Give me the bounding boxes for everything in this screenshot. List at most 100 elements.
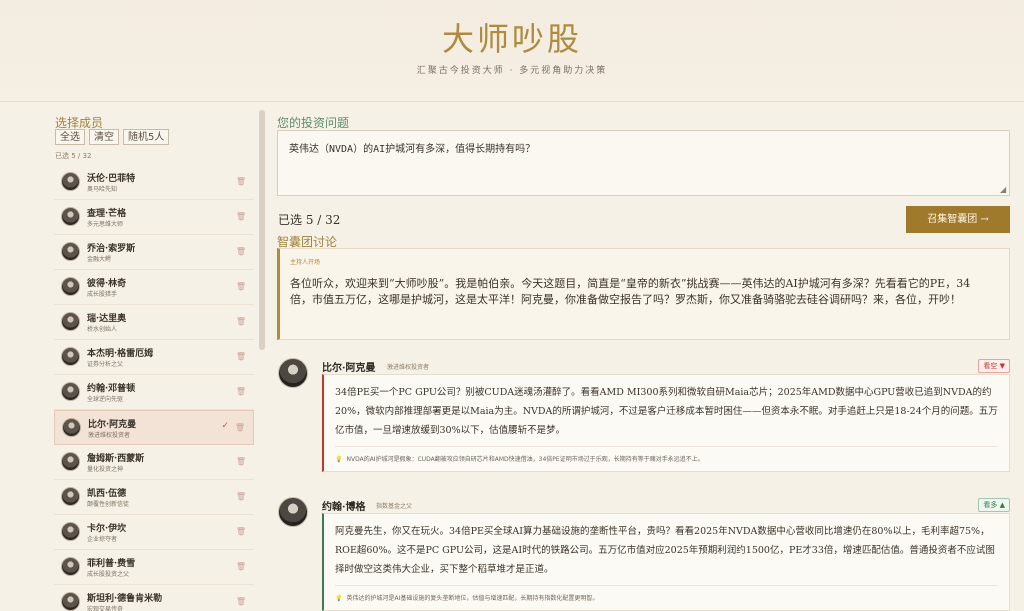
avatar — [61, 382, 80, 401]
delete-icon[interactable]: 🗑 — [236, 317, 246, 326]
member-desc: 金融大鳄 — [87, 256, 112, 263]
summary-text: 英伟达的护城河是AI基础设施的复头垄断地位，估值与增速匹配，长期持有指数化配置更… — [346, 595, 599, 602]
member-name: 沃伦·巴菲特 — [87, 174, 136, 184]
question-input[interactable]: 英伟达（NVDA）的AI护城河有多深，值得长期持有吗？ — [277, 130, 1010, 196]
member-name: 凯西·伍德 — [87, 489, 127, 499]
resize-grip-icon[interactable]: ◢ — [1000, 185, 1006, 194]
delete-icon[interactable]: 🗑 — [236, 597, 246, 606]
member-desc: 桥水创始人 — [87, 326, 118, 333]
avatar — [61, 522, 80, 541]
message-body: 阿克曼先生，你又在玩火。34倍PE买全球AI算力基础设施的垄断性平台，贵吗？看看… — [322, 513, 1010, 611]
lightbulb-icon: 💡 — [335, 456, 343, 463]
avatar — [61, 347, 80, 366]
delete-icon[interactable]: 🗑 — [236, 177, 246, 186]
host-text: 各位听众，欢迎来到“大师吵股”。我是帕伯亲。今天这题目，简直是“皇帝的新衣”挑战… — [290, 277, 971, 306]
member-desc: 颠覆性创新信徒 — [87, 501, 130, 508]
speaker-name: 约翰·博格 — [322, 502, 366, 513]
delete-icon[interactable]: 🗑 — [236, 352, 246, 361]
member-name: 约翰·邓普顿 — [87, 384, 136, 394]
avatar — [61, 557, 80, 576]
member-name: 瑞·达里奥 — [87, 314, 127, 324]
member-desc: 成长股投资之父 — [87, 571, 130, 578]
member-desc: 成长股猎手 — [87, 291, 118, 298]
member-desc: 证券分析之父 — [87, 361, 124, 368]
delete-icon[interactable]: 🗑 — [236, 527, 246, 536]
sidebar-actions: 全选 清空 随机5人 — [55, 129, 170, 145]
member-name: 詹姆斯·西蒙斯 — [87, 454, 145, 464]
member-list: 沃伦·巴菲特 奥马哈先知 🗑 查理·芒格 多元思维大师 🗑 乔治·索罗斯 金融大鳄 🗑 彼得·林奇… — [54, 165, 254, 611]
member-item[interactable]: 卡尔·伊坎企业掠夺者 🗑 — [54, 515, 254, 550]
member-item[interactable]: 本杰明·格雷厄姆 证券分析之父 🗑 — [54, 340, 254, 375]
delete-icon[interactable]: 🗑 — [236, 492, 246, 501]
speaker-name: 比尔·阿克曼 — [322, 363, 376, 374]
delete-icon[interactable]: 🗑 — [236, 562, 246, 571]
site-title: 大师吵股 — [441, 20, 582, 58]
avatar — [61, 312, 80, 331]
member-name: 查理·芒格 — [87, 209, 127, 219]
member-item[interactable]: 斯坦利·德鲁肯米勒宏观交易传奇 🗑 — [54, 585, 254, 611]
member-name: 卡尔·伊坎 — [87, 524, 127, 534]
member-desc: 量化投资之神 — [87, 466, 124, 473]
delete-icon[interactable]: 🗑 — [236, 282, 246, 291]
site-subtitle: 汇聚古今投资大师 · 多元视角助力决策 — [416, 66, 608, 76]
avatar — [278, 358, 308, 388]
stance-badge: 看多 ▲ — [978, 498, 1010, 512]
avatar — [61, 277, 80, 296]
member-item[interactable]: 詹姆斯·西蒙斯 量化投资之神 🗑 — [54, 445, 254, 480]
member-name: 菲利普·费雪 — [87, 559, 136, 569]
member-name: 本杰明·格雷厄姆 — [87, 349, 154, 359]
member-desc: 激进维权投资者 — [88, 432, 131, 439]
member-name: 乔治·索罗斯 — [87, 244, 136, 254]
member-desc: 宏观交易传奇 — [87, 606, 124, 611]
member-item[interactable]: 凯西·伍德颠覆性创新信徒 🗑 — [54, 480, 254, 515]
member-desc: 企业掠夺者 — [87, 536, 118, 543]
host-opening: 主持人开场 各位听众，欢迎来到“大师吵股”。我是帕伯亲。今天这题目，简直是“皇帝… — [277, 248, 1010, 340]
delete-icon[interactable]: 🗑 — [236, 387, 246, 396]
member-item[interactable]: 彼得·林奇成长股猎手 🗑 — [54, 270, 254, 305]
selected-count: 已选 5 / 32 — [278, 213, 341, 227]
avatar — [61, 487, 80, 506]
delete-icon[interactable]: 🗑 — [235, 423, 245, 432]
delete-icon[interactable]: 🗑 — [236, 247, 246, 256]
check-icon: ✓ — [221, 421, 229, 431]
member-item[interactable]: 比尔·阿克曼 激进维权投资者 ✓ 🗑 — [54, 410, 254, 445]
message-text: 34倍PE买一个PC GPU公司？别被CUDA迷魂汤灌醉了。看看AMD MI30… — [335, 387, 998, 436]
member-item[interactable]: 沃伦·巴菲特 奥马哈先知 🗑 — [54, 165, 254, 200]
member-name: 比尔·阿克曼 — [88, 420, 137, 430]
member-item[interactable]: 乔治·索罗斯 金融大鳄 🗑 — [54, 235, 254, 270]
message-text: 阿克曼先生，你又在玩火。34倍PE买全球AI算力基础设施的垄断性平台，贵吗？看看… — [335, 526, 995, 575]
stance-badge: 看空 ▼ — [978, 359, 1010, 373]
page-header: 大师吵股 汇聚古今投资大师 · 多元视角助力决策 — [0, 0, 1024, 102]
member-item[interactable]: 瑞·达里奥桥水创始人 🗑 — [54, 305, 254, 340]
avatar — [61, 207, 80, 226]
member-item[interactable]: 查理·芒格多元思维大师 🗑 — [54, 200, 254, 235]
summary-text: NVDA的AI护城河是假象：CUDA翻被攻应领自研芯片和AMD快速借油，34倍P… — [346, 456, 704, 463]
delete-icon[interactable]: 🗑 — [236, 457, 246, 466]
delete-icon[interactable]: 🗑 — [236, 212, 246, 221]
avatar — [61, 592, 80, 611]
clear-button[interactable]: 清空 — [89, 129, 119, 145]
member-name: 彼得·林奇 — [87, 279, 127, 289]
member-name: 斯坦利·德鲁肯米勒 — [87, 594, 163, 604]
member-sidebar: 选择成员 全选 清空 随机5人 已选 5 / 32 沃伦·巴菲特 奥马哈先知 🗑 查理… — [48, 110, 266, 611]
member-desc: 奥马哈先知 — [87, 186, 118, 193]
speaker-role: 指数基金之父 — [376, 503, 413, 510]
member-desc: 多元思维大师 — [87, 221, 124, 228]
avatar — [61, 172, 80, 191]
sidebar-scrollbar[interactable] — [259, 110, 265, 350]
random-five-button[interactable]: 随机5人 — [123, 129, 170, 145]
avatar — [61, 242, 80, 261]
message-summary: 💡 NVDA的AI护城河是假象：CUDA翻被攻应领自研芯片和AMD快速借油，34倍… — [335, 446, 998, 463]
question-label: 您的投资问题 — [277, 116, 350, 130]
summon-panel-button[interactable]: 召集智囊团 → — [906, 206, 1010, 233]
avatar — [278, 497, 308, 527]
speaker-role: 激进维权投资者 — [387, 364, 430, 371]
avatar — [62, 418, 81, 437]
member-item[interactable]: 约翰·邓普顿 全球逆向先驱 🗑 — [54, 375, 254, 410]
lightbulb-icon: 💡 — [335, 595, 343, 602]
member-item[interactable]: 菲利普·费雪 成长股投资之父 🗑 — [54, 550, 254, 585]
sidebar-selected-count: 已选 5 / 32 — [55, 152, 92, 160]
message-body: 34倍PE买一个PC GPU公司？别被CUDA迷魂汤灌醉了。看看AMD MI30… — [322, 374, 1010, 472]
select-all-button[interactable]: 全选 — [55, 129, 85, 145]
host-tag: 主持人开场 — [290, 259, 321, 266]
